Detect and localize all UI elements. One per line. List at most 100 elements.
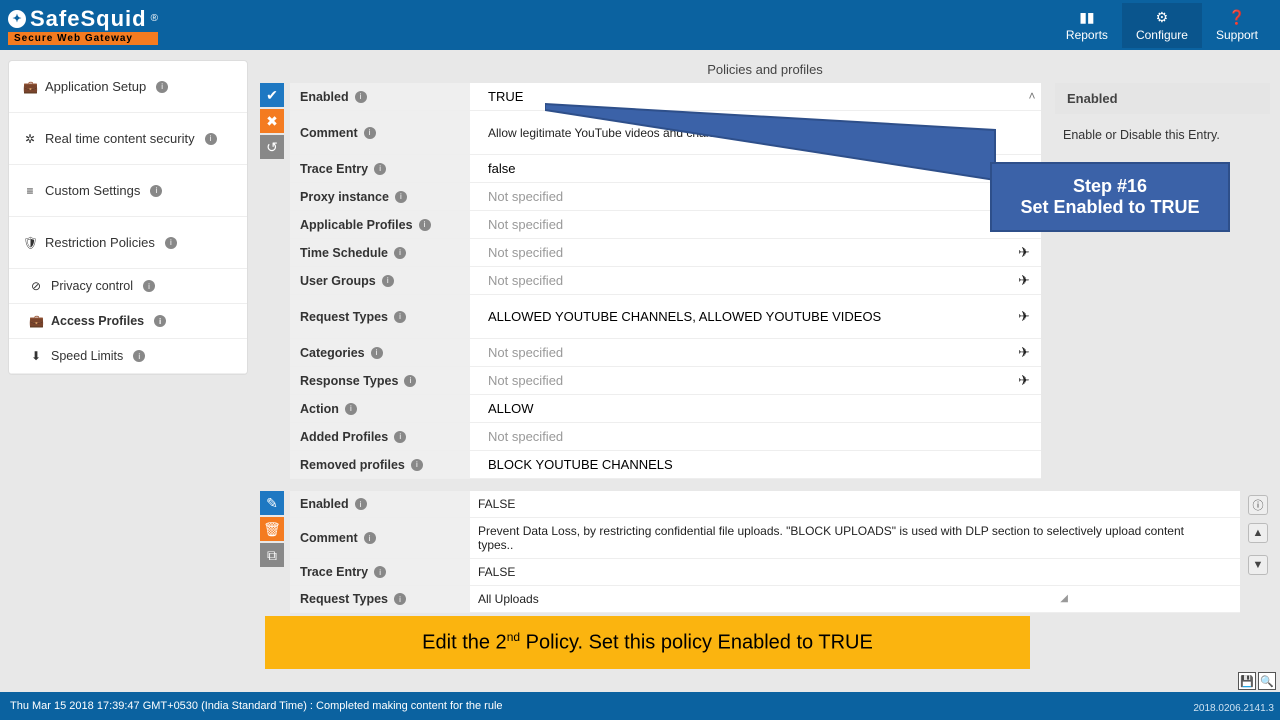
sidebar-item-access[interactable]: 💼Access Profilesi bbox=[9, 304, 247, 339]
info-icon[interactable]: i bbox=[364, 127, 376, 139]
status-text: Thu Mar 15 2018 17:39:47 GMT+0530 (India… bbox=[10, 700, 503, 712]
field-value-comment: Prevent Data Loss, by restricting confid… bbox=[470, 518, 1240, 558]
cancel-button[interactable]: ✖ bbox=[260, 109, 284, 133]
field-label-comment: Commenti bbox=[290, 518, 470, 558]
info-icon[interactable]: i bbox=[404, 375, 416, 387]
delete-button[interactable]: 🗑 bbox=[260, 517, 284, 541]
sidebar-item-custom[interactable]: ≡ Custom Settings i bbox=[9, 165, 247, 217]
nav-reports[interactable]: ▮▮ Reports bbox=[1052, 3, 1122, 48]
info-icon[interactable]: i bbox=[374, 566, 386, 578]
clone-button[interactable]: ⧉ bbox=[260, 543, 284, 567]
save-icon[interactable]: 💾 bbox=[1238, 672, 1256, 690]
resize-handle-icon: ◢ bbox=[1060, 593, 1068, 604]
sidebar-item-privacy[interactable]: ⊘ Privacy control i bbox=[9, 269, 247, 304]
field-label-enabled: Enabledi bbox=[290, 83, 470, 110]
field-value-schedule[interactable]: Not specified bbox=[470, 239, 1007, 266]
instruction-banner: Edit the 2nd Policy. Set this policy Ena… bbox=[265, 616, 1030, 669]
field-value-action[interactable]: ALLOW bbox=[470, 395, 1023, 422]
field-value-reqtypes: All Uploads bbox=[470, 586, 1240, 612]
info-icon[interactable]: i bbox=[355, 498, 367, 510]
bug-icon: ✲ bbox=[23, 132, 37, 146]
field-value-comment[interactable]: Allow legitimate YouTube videos and chan… bbox=[470, 111, 1023, 154]
field-value-resptypes[interactable]: Not specified bbox=[470, 367, 1007, 394]
sliders-icon: ≡ bbox=[23, 184, 37, 198]
field-value-groups[interactable]: Not specified bbox=[470, 267, 1007, 294]
info-icon: i bbox=[156, 81, 168, 93]
send-icon[interactable]: ✈ bbox=[1007, 339, 1041, 366]
field-label-proxy: Proxy instancei bbox=[290, 183, 470, 210]
info-icon[interactable]: i bbox=[394, 431, 406, 443]
move-up-button[interactable]: ▲ bbox=[1248, 523, 1268, 543]
field-label-comment: Commenti bbox=[290, 111, 470, 154]
collapse-icon[interactable]: ˄ bbox=[1023, 83, 1041, 110]
field-value-added[interactable]: Not specified bbox=[470, 423, 1023, 450]
nav-reports-label: Reports bbox=[1066, 28, 1108, 42]
info-icon[interactable]: i bbox=[364, 532, 376, 544]
info-icon[interactable]: i bbox=[371, 347, 383, 359]
field-value-proxy[interactable]: Not specified bbox=[470, 183, 1023, 210]
field-value-categories[interactable]: Not specified bbox=[470, 339, 1007, 366]
brand-reg: ® bbox=[151, 13, 158, 24]
field-value-removed[interactable]: BLOCK YOUTUBE CHANNELS bbox=[470, 451, 1023, 478]
sidebar-label: Custom Settings bbox=[45, 183, 140, 198]
field-value-reqtypes[interactable]: ALLOWED YOUTUBE CHANNELS, ALLOWED YOUTUB… bbox=[470, 295, 1007, 338]
field-value-trace[interactable]: false bbox=[470, 155, 1023, 182]
ban-icon: ⊘ bbox=[29, 279, 43, 293]
info-icon[interactable]: i bbox=[395, 191, 407, 203]
field-value-profiles[interactable]: Not specified bbox=[470, 211, 1023, 238]
info-icon: i bbox=[150, 185, 162, 197]
info-icon[interactable]: i bbox=[394, 593, 406, 605]
search-icon[interactable]: 🔍 bbox=[1258, 672, 1276, 690]
field-label-reqtypes: Request Typesi bbox=[290, 586, 470, 612]
field-value-enabled[interactable]: TRUE bbox=[470, 83, 1023, 110]
send-icon[interactable]: ✈ bbox=[1007, 295, 1041, 338]
field-label-resptypes: Response Typesi bbox=[290, 367, 470, 394]
version-text: 2018.0206.2141.3 bbox=[1193, 703, 1274, 714]
info-icon[interactable]: i bbox=[374, 163, 386, 175]
sidebar-item-app-setup[interactable]: 💼 Application Setup i bbox=[9, 61, 247, 113]
help-title: Enabled bbox=[1055, 83, 1270, 114]
save-button[interactable]: ✔ bbox=[260, 83, 284, 107]
move-down-button[interactable]: ▼ bbox=[1248, 555, 1268, 575]
info-icon[interactable]: i bbox=[355, 91, 367, 103]
nav-support[interactable]: ❓ Support bbox=[1202, 3, 1272, 48]
sidebar-item-speed[interactable]: ⬇Speed Limitsi bbox=[9, 339, 247, 374]
sidebar-label: Application Setup bbox=[45, 79, 146, 94]
nav-support-label: Support bbox=[1216, 28, 1258, 42]
info-icon: i bbox=[143, 280, 155, 292]
sidebar-label: Access Profiles bbox=[51, 314, 144, 328]
callout-line1: Step #16 bbox=[1000, 176, 1220, 197]
reset-button[interactable]: ↺ bbox=[260, 135, 284, 159]
sidebar-label: Real time content security bbox=[45, 131, 195, 146]
help-body: Enable or Disable this Entry. bbox=[1055, 114, 1270, 156]
info-icon: i bbox=[165, 237, 177, 249]
nav-configure[interactable]: ⚙Configure bbox=[1122, 3, 1202, 48]
help-icon: ❓ bbox=[1216, 9, 1258, 26]
brand-name: SafeSquid bbox=[30, 6, 147, 32]
info-button[interactable]: ⓘ bbox=[1248, 495, 1268, 515]
send-icon[interactable]: ✈ bbox=[1007, 367, 1041, 394]
send-icon[interactable]: ✈ bbox=[1007, 239, 1041, 266]
info-icon[interactable]: i bbox=[394, 247, 406, 259]
speed-icon: ⬇ bbox=[29, 349, 43, 363]
field-label-trace: Trace Entryi bbox=[290, 559, 470, 585]
chart-icon: ▮▮ bbox=[1066, 9, 1108, 26]
send-icon[interactable]: ✈ bbox=[1007, 267, 1041, 294]
banner-post: Policy. Set this policy Enabled to TRUE bbox=[520, 632, 873, 654]
sidebar-item-restriction[interactable]: 🛡Restriction Policiesi bbox=[9, 217, 247, 269]
info-icon[interactable]: i bbox=[345, 403, 357, 415]
sidebar-label: Speed Limits bbox=[51, 349, 123, 363]
sidebar-label: Privacy control bbox=[51, 279, 133, 293]
info-icon[interactable]: i bbox=[419, 219, 431, 231]
field-label-enabled: Enabledi bbox=[290, 491, 470, 517]
edit-button[interactable]: ✎ bbox=[260, 491, 284, 515]
gears-icon: ⚙ bbox=[1136, 9, 1188, 26]
briefcase-icon: 💼 bbox=[23, 80, 37, 94]
callout-line2: Set Enabled to TRUE bbox=[1000, 197, 1220, 218]
field-value-trace: FALSE bbox=[470, 559, 1240, 585]
info-icon[interactable]: i bbox=[411, 459, 423, 471]
sidebar-item-realtime[interactable]: ✲Real time content securityi bbox=[9, 113, 247, 165]
field-label-added: Added Profilesi bbox=[290, 423, 470, 450]
info-icon[interactable]: i bbox=[382, 275, 394, 287]
info-icon[interactable]: i bbox=[394, 311, 406, 323]
